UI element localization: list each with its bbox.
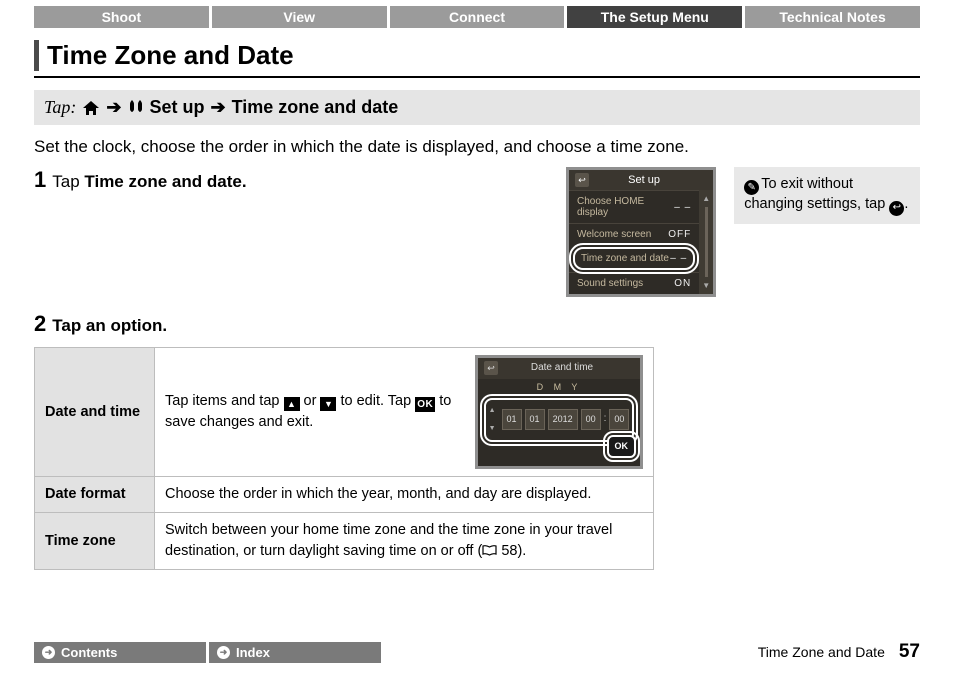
- updown-icon: ▲▼: [489, 406, 496, 434]
- contents-label: Contents: [61, 645, 117, 660]
- cam-row-label: Sound settings: [577, 278, 674, 289]
- back-icon: ↩: [575, 173, 589, 187]
- breadcrumb-setup: Set up: [149, 97, 204, 118]
- desc-part: to edit. Tap: [336, 393, 415, 409]
- pencil-icon: ✎: [744, 180, 759, 195]
- date-field: 2012: [548, 409, 578, 430]
- wrench-icon: [127, 99, 145, 117]
- date-field: 01: [525, 409, 545, 430]
- tab-view[interactable]: View: [212, 6, 387, 28]
- down-arrow-icon: ▼: [702, 281, 710, 290]
- desc-part: 58).: [497, 543, 526, 559]
- index-label: Index: [236, 645, 270, 660]
- page-title: Time Zone and Date: [34, 40, 920, 71]
- back-icon: ↩: [484, 361, 498, 375]
- step-1: 1 Tap Time zone and date.: [34, 167, 548, 193]
- cam-row-label: Welcome screen: [577, 229, 668, 240]
- option-name: Date format: [35, 476, 155, 512]
- date-time-screenshot: ↩ Date and time D M Y ▲▼ 01 01 2012 00: [475, 355, 643, 469]
- option-desc: Tap items and tap ▲ or ▼ to edit. Tap OK…: [165, 391, 467, 434]
- note-text-post: .: [904, 196, 908, 212]
- note-box: ✎To exit without changing settings, tap …: [734, 167, 920, 224]
- desc-part: Switch between your home time zone and t…: [165, 522, 612, 559]
- option-name: Date and time: [35, 348, 155, 477]
- step-1-bold: Time zone and date.: [84, 172, 246, 191]
- home-icon: [82, 100, 100, 116]
- arrow-icon: ➔: [106, 97, 121, 118]
- cam-row-label: Time zone and date: [581, 253, 670, 264]
- time-field: 00: [581, 409, 601, 430]
- cam-title: Set up: [595, 174, 693, 186]
- dt-title: Date and time: [504, 361, 620, 376]
- ok-icon: OK: [415, 397, 435, 412]
- option-desc: Switch between your home time zone and t…: [155, 512, 654, 569]
- index-link[interactable]: ➜ Index: [209, 642, 381, 663]
- step-2-text: Tap an option.: [52, 316, 167, 336]
- date-field: 01: [502, 409, 522, 430]
- cam-row-val: ON: [674, 278, 691, 289]
- cam-row: Sound settings ON: [569, 272, 699, 294]
- options-table: Date and time Tap items and tap ▲ or ▼ t…: [34, 347, 654, 570]
- setup-menu-screenshot: ↩ Set up Choose HOME display – – Welcome…: [566, 167, 716, 297]
- intro-text: Set the clock, choose the order in which…: [34, 137, 920, 157]
- arrow-circle-icon: ➜: [217, 646, 230, 659]
- up-arrow-icon: ▲: [284, 397, 300, 411]
- cam-row-val: – –: [674, 202, 691, 213]
- step-2-num: 2: [34, 311, 46, 337]
- footer: ➜ Contents ➜ Index Time Zone and Date 57: [34, 641, 920, 663]
- option-desc: Choose the order in which the year, mont…: [155, 476, 654, 512]
- cam-row: Choose HOME display – –: [569, 190, 699, 223]
- contents-link[interactable]: ➜ Contents: [34, 642, 206, 663]
- table-row: Date format Choose the order in which th…: [35, 476, 654, 512]
- desc-part: Tap items and tap: [165, 393, 284, 409]
- desc-part: or: [300, 393, 321, 409]
- table-row: Date and time Tap items and tap ▲ or ▼ t…: [35, 348, 654, 477]
- cam-row-val: OFF: [668, 229, 691, 240]
- breadcrumb-item: Time zone and date: [232, 97, 399, 118]
- step-1-num: 1: [34, 167, 46, 193]
- back-icon: ↩: [889, 201, 904, 216]
- top-tabs: Shoot View Connect The Setup Menu Techni…: [34, 6, 920, 28]
- tab-shoot[interactable]: Shoot: [34, 6, 209, 28]
- table-row: Time zone Switch between your home time …: [35, 512, 654, 569]
- option-name: Time zone: [35, 512, 155, 569]
- step-2: 2 Tap an option.: [34, 311, 920, 337]
- arrow-circle-icon: ➜: [42, 646, 55, 659]
- tab-technical-notes[interactable]: Technical Notes: [745, 6, 920, 28]
- book-icon: [482, 545, 497, 556]
- scroll-indicator: ▲▼: [699, 190, 713, 294]
- page-title-wrap: Time Zone and Date: [34, 32, 920, 78]
- note-text-pre: To exit without changing settings, tap: [744, 176, 889, 212]
- cam-row: Welcome screen OFF: [569, 223, 699, 245]
- cam-row-label: Choose HOME display: [577, 196, 674, 218]
- tab-connect[interactable]: Connect: [390, 6, 565, 28]
- ok-button: OK: [607, 435, 637, 458]
- footer-section: Time Zone and Date: [758, 644, 885, 660]
- cam-row-selected: Time zone and date – –: [573, 247, 695, 270]
- breadcrumb-bar: Tap: ➔ Set up ➔ Time zone and date: [34, 90, 920, 125]
- dmy-label: D M Y: [478, 379, 640, 396]
- footer-page-number: 57: [899, 641, 920, 663]
- arrow-icon: ➔: [210, 97, 225, 118]
- down-arrow-icon: ▼: [320, 397, 336, 411]
- step-1-text: Tap: [52, 172, 84, 191]
- up-arrow-icon: ▲: [702, 194, 710, 203]
- time-field: 00: [609, 409, 629, 430]
- cam-row-val: – –: [670, 253, 687, 264]
- tab-setup-menu[interactable]: The Setup Menu: [567, 6, 742, 28]
- tap-prefix: Tap:: [44, 97, 76, 118]
